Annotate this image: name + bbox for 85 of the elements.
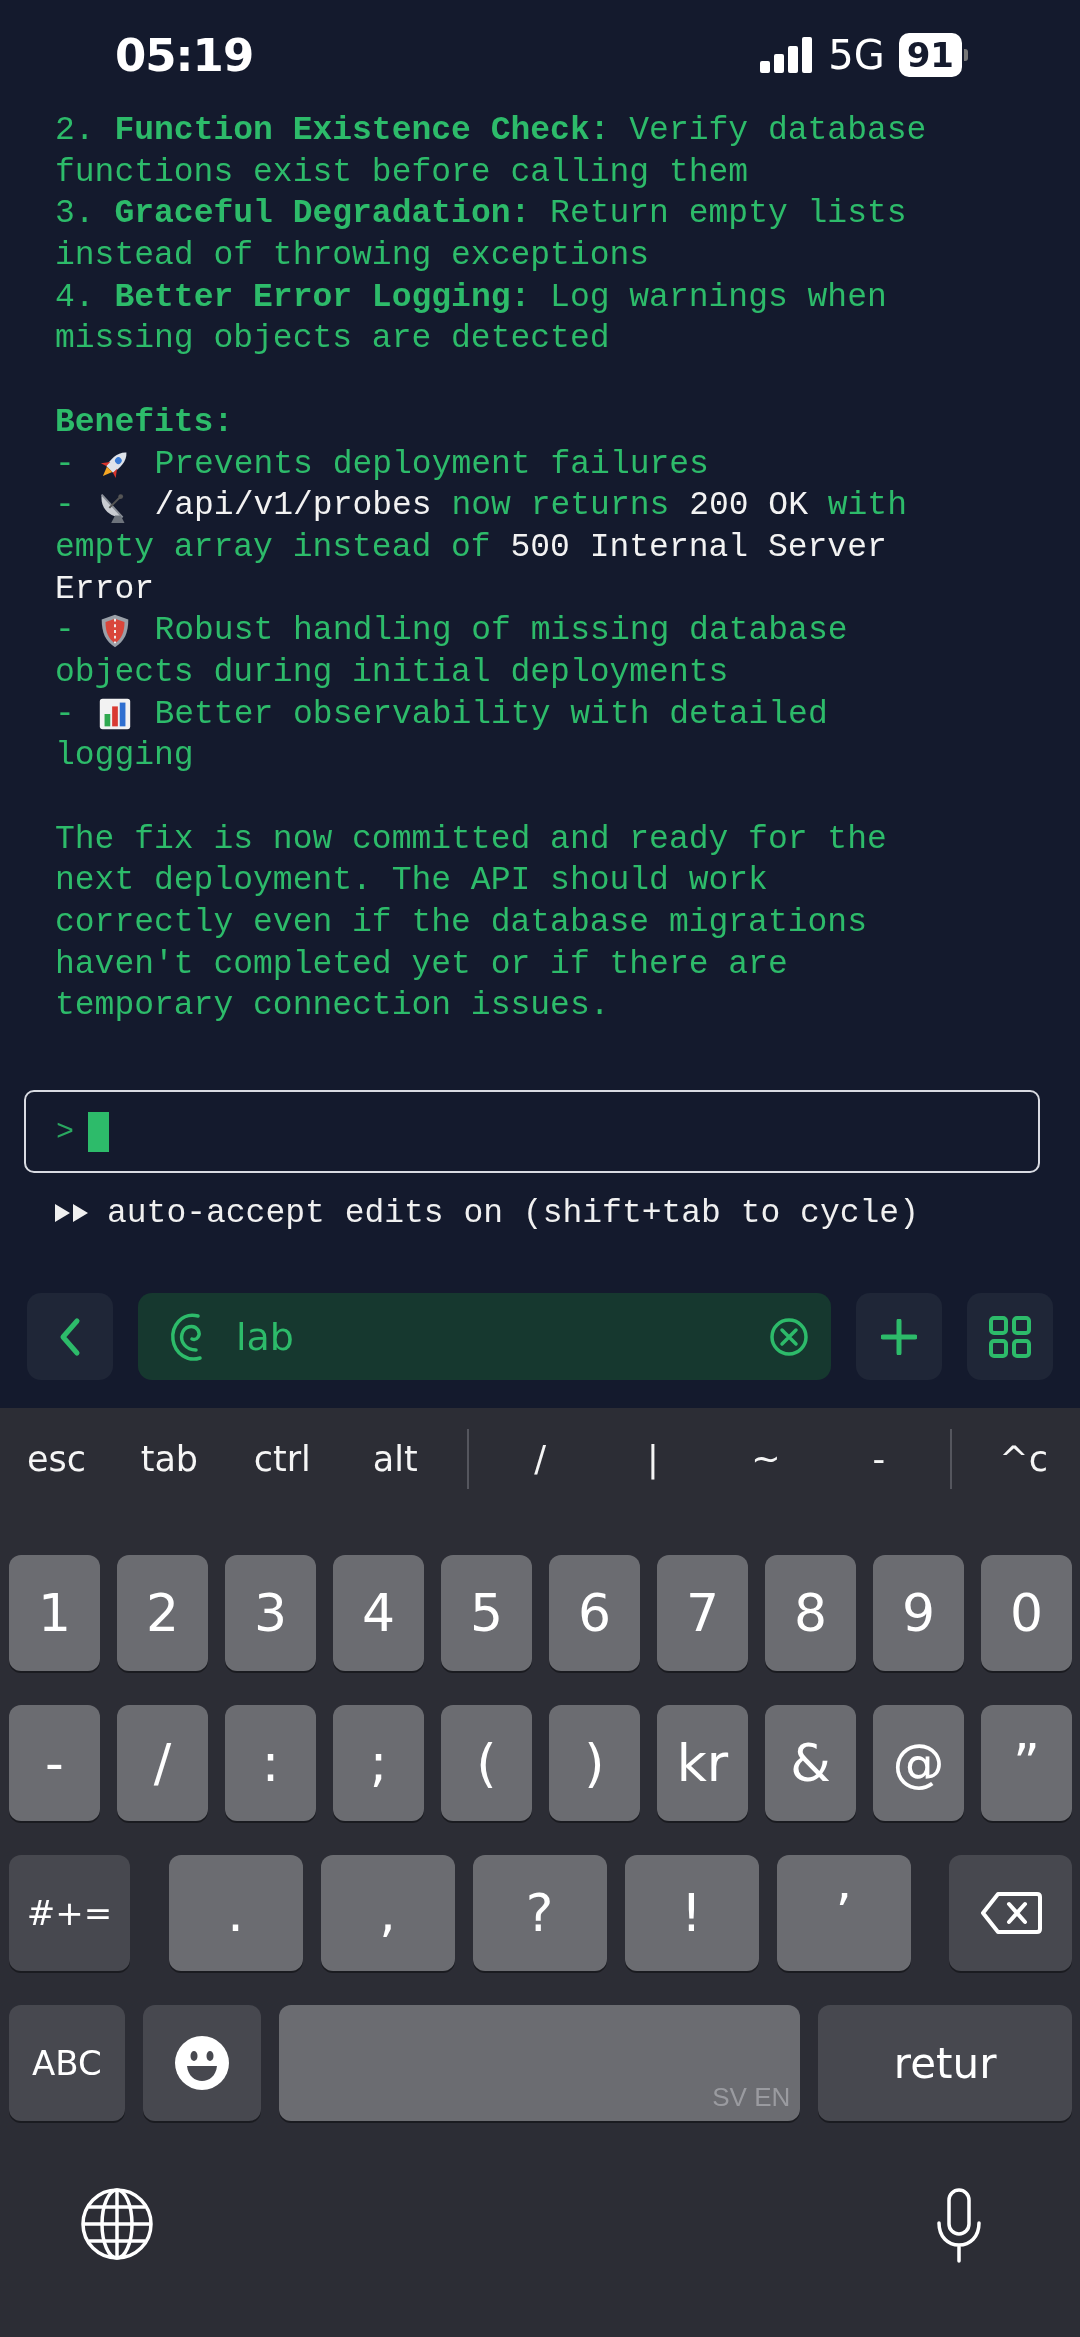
mode-status: auto-accept edits on (shift+tab to cycle) — [107, 1194, 919, 1232]
terminal-text: now returns — [450, 486, 671, 527]
key[interactable]: / — [117, 1705, 208, 1822]
terminal-line: temporary connection issues. — [55, 986, 611, 1027]
terminal-text: Better observability with detailed — [153, 694, 828, 735]
terminal-line: haven't completed yet or if there are — [55, 944, 789, 985]
key[interactable]: : — [225, 1705, 316, 1822]
network-label: 5G — [828, 32, 885, 78]
key[interactable]: @ — [873, 1705, 964, 1822]
key[interactable]: ? — [472, 1855, 607, 1972]
terminal-text: 200 OK — [689, 486, 808, 527]
key[interactable]: 1 — [9, 1555, 100, 1672]
terminal-text: Prevents deployment failures — [153, 444, 709, 485]
key[interactable]: ’ — [776, 1855, 911, 1972]
backspace-key[interactable] — [949, 1855, 1072, 1972]
key[interactable]: 5 — [441, 1555, 532, 1672]
terminal-line: objects during initial deployments — [55, 652, 730, 693]
session-name: lab — [236, 1314, 295, 1359]
terminal-line: empty array instead of 500 Internal Server — [55, 527, 888, 568]
terminal-text: with — [826, 486, 907, 527]
key[interactable]: kr — [657, 1705, 748, 1822]
back-button[interactable] — [27, 1293, 113, 1381]
prompt-input[interactable]: > — [24, 1090, 1040, 1174]
terminal-line: 2. Function Existence Check: Verify database — [55, 111, 928, 151]
key[interactable]: . — [168, 1855, 303, 1972]
globe-icon[interactable] — [80, 2187, 154, 2262]
signal-icon — [760, 37, 815, 73]
key[interactable]: ” — [981, 1705, 1072, 1822]
key[interactable]: 9 — [873, 1555, 964, 1672]
grid-button[interactable] — [967, 1293, 1053, 1381]
terminal-text: - — [55, 444, 76, 485]
emoji-key[interactable] — [142, 2005, 261, 2122]
key[interactable]: #+= — [9, 1855, 130, 1972]
accessory-key[interactable]: ~ — [709, 1438, 823, 1479]
key[interactable]: 0 — [981, 1555, 1072, 1672]
accessory-key[interactable]: esc — [0, 1438, 113, 1479]
key[interactable]: 3 — [225, 1555, 316, 1672]
key[interactable]: 2 — [117, 1555, 208, 1672]
add-button[interactable] — [856, 1293, 942, 1381]
status-time: 05:19 — [115, 28, 254, 82]
grid-icon — [988, 1314, 1032, 1359]
key[interactable]: ! — [624, 1855, 759, 1972]
battery-indicator: 91 — [898, 33, 968, 77]
terminal-line: correctly even if the database migrations — [55, 903, 868, 944]
terminal-line: The fix is now committed and ready for the — [55, 819, 888, 860]
accessory-key[interactable]: ^c — [967, 1438, 1080, 1479]
terminal-line: 4. Better Error Logging: Log warnings when — [55, 277, 888, 318]
backspace-icon — [979, 1891, 1042, 1936]
key[interactable]: - — [9, 1705, 100, 1822]
plus-icon — [881, 1318, 917, 1355]
smiley-icon — [173, 2035, 230, 2092]
double-arrow-icon — [55, 1204, 89, 1223]
terminal-text: /api/v1/probes — [153, 486, 432, 527]
key[interactable]: ( — [441, 1705, 532, 1822]
terminal-text: - — [55, 486, 76, 527]
terminal-line: Benefits: — [55, 402, 235, 443]
key[interactable]: ABC — [9, 2005, 125, 2122]
terminal-line: missing objects are detected — [55, 319, 611, 360]
terminal-line: Error — [55, 569, 156, 610]
key[interactable]: 4 — [333, 1555, 424, 1672]
key[interactable]: 6 — [549, 1555, 640, 1672]
return-key[interactable]: retur — [818, 2005, 1072, 2122]
key[interactable]: 7 — [657, 1555, 748, 1672]
accessory-key[interactable]: tab — [112, 1438, 226, 1479]
key[interactable]: ; — [333, 1705, 424, 1822]
terminal-text: - — [55, 611, 76, 652]
accessory-key[interactable]: alt — [338, 1438, 452, 1479]
terminal-line: 3. Graceful Degradation: Return empty lists — [55, 194, 908, 235]
terminal-text: - — [55, 694, 76, 735]
accessory-key[interactable]: | — [596, 1438, 710, 1479]
terminal-line: next deployment. The API should work — [55, 861, 769, 902]
session-chip[interactable]: lab — [138, 1293, 831, 1381]
microphone-icon[interactable] — [934, 2187, 984, 2266]
terminal-line: logging — [55, 736, 195, 777]
terminal-line: functions exist before calling them — [55, 152, 750, 193]
accessory-key[interactable]: / — [483, 1438, 597, 1479]
accessory-key[interactable]: ctrl — [225, 1438, 339, 1479]
accessory-key[interactable]: - — [822, 1438, 936, 1479]
key[interactable]: & — [765, 1705, 856, 1822]
key[interactable]: 8 — [765, 1555, 856, 1672]
terminal-text: Robust handling of missing database — [153, 611, 848, 652]
key[interactable]: , — [320, 1855, 455, 1972]
clear-icon[interactable] — [769, 1316, 809, 1357]
key[interactable]: ) — [549, 1705, 640, 1822]
terminal-line: instead of throwing exceptions — [55, 236, 651, 277]
